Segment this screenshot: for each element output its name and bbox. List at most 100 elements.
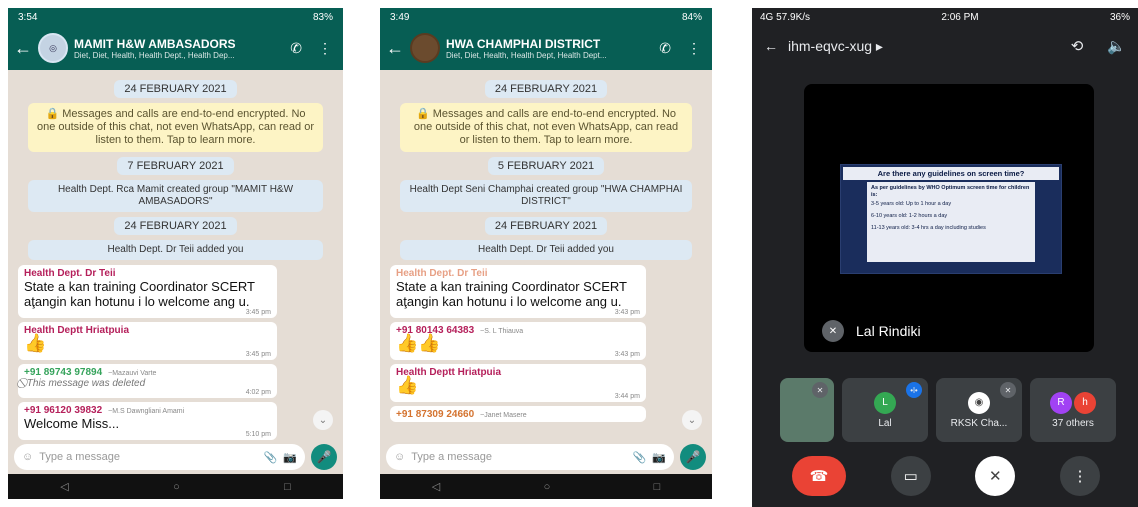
chat-area[interactable]: 24 FEBRUARY 2021 🔒 Messages and calls are…	[380, 70, 712, 440]
nav-recent-icon[interactable]: □	[284, 481, 291, 493]
attach-icon[interactable]: 📎	[264, 451, 278, 464]
participant-label: RKSK Cha...	[950, 417, 1008, 429]
camera-icon[interactable]: 📷	[652, 451, 666, 464]
back-arrow-icon[interactable]: ←	[14, 38, 32, 59]
date-separator: 24 FEBRUARY 2021	[484, 217, 608, 235]
mic-button[interactable]: 🎤	[311, 444, 337, 470]
add-call-icon[interactable]: ✆	[285, 40, 307, 57]
presenter-tile[interactable]: Are there any guidelines on screen time?…	[804, 84, 1094, 352]
camera-icon[interactable]: 📷	[283, 451, 297, 464]
encryption-notice[interactable]: 🔒 Messages and calls are end-to-end encr…	[28, 103, 323, 152]
sender-name: Health Dept. Dr Teii	[24, 268, 116, 279]
speaker-icon[interactable]: 🔈	[1107, 37, 1126, 55]
mic-toggle-button[interactable]: ✕	[975, 456, 1016, 496]
nav-home-icon[interactable]: ○	[544, 481, 551, 493]
chat-header: ← HWA CHAMPHAI DISTRICT Diet, Diet, Heal…	[380, 26, 712, 70]
add-call-icon[interactable]: ✆	[654, 40, 676, 57]
scroll-down-icon[interactable]: ⌄	[682, 410, 702, 430]
message-sender: +91 96120 39832 ~M.S Dawngliani Amami	[24, 405, 271, 416]
message-bubble[interactable]: Health Dept. Dr Teii State a kan training…	[18, 265, 277, 318]
message-sender: +91 87309 24660 ~Janet Masere	[396, 409, 640, 420]
emoji-icon[interactable]: ☺	[22, 451, 33, 463]
more-options-button[interactable]: ⋮	[1059, 456, 1100, 496]
sender-name: +91 96120 39832	[24, 405, 103, 416]
system-message: Health Dept. Dr Teii added you	[28, 240, 323, 260]
message-sender: Health Dept. Dr Teii	[396, 268, 640, 279]
status-time: 3:49	[390, 11, 410, 23]
system-message: Health Dept. Dr Teii added you	[400, 240, 692, 260]
chat-title-block[interactable]: MAMIT H&W AMBASADORS Diet, Diet, Health,…	[74, 37, 279, 60]
nav-back-icon[interactable]: ◁	[60, 480, 68, 493]
system-message: Health Dept. Rca Mamit created group "MA…	[28, 180, 323, 212]
mic-off-icon: ✕	[812, 382, 828, 398]
nav-recent-icon[interactable]: □	[654, 481, 661, 493]
speaking-icon: •l•	[906, 382, 922, 398]
sender-pushname: ~S. L Thiauva	[480, 328, 524, 335]
participant-avatar: L	[874, 391, 896, 414]
message-sender: Health Dept. Dr Teii	[24, 268, 271, 279]
chat-title-block[interactable]: HWA CHAMPHAI DISTRICT Diet, Diet, Health…	[446, 37, 648, 60]
participant-tile-others[interactable]: R h 37 others	[1030, 378, 1116, 442]
participants-strip: ✕ •l• L Lal ✕ ◉ RKSK Cha... R h 37 other…	[780, 378, 1138, 442]
more-options-icon[interactable]: ⋮	[313, 40, 337, 57]
encryption-notice[interactable]: 🔒 Messages and calls are end-to-end encr…	[400, 103, 692, 152]
participant-logo-icon: ◉	[968, 391, 990, 414]
shared-slide: Are there any guidelines on screen time?…	[840, 164, 1062, 274]
status-time: 2:06 PM	[941, 11, 979, 23]
message-bubble[interactable]: Health Dept. Dr Teii State a kan training…	[390, 265, 646, 318]
switch-camera-icon[interactable]: ⟲	[1071, 37, 1084, 55]
message-input[interactable]: ☺ Type a message 📎 📷	[386, 444, 674, 470]
mic-off-icon: ✕	[822, 320, 844, 342]
message-bubble[interactable]: +91 96120 39832 ~M.S Dawngliani Amami Welc…	[18, 402, 277, 440]
whatsapp-phone-2: 3:49 84% ← HWA CHAMPHAI DISTRICT Diet, D…	[380, 8, 712, 507]
group-avatar[interactable]: ◎	[38, 33, 68, 63]
group-avatar[interactable]	[410, 33, 440, 63]
message-time: 5:10 pm	[245, 431, 271, 438]
more-options-icon[interactable]: ⋮	[682, 40, 706, 57]
meeting-code[interactable]: ihm-eqvc-xug ▸	[788, 38, 1047, 55]
participant-avatar: R	[1050, 391, 1072, 414]
meeting-code-text: ihm-eqvc-xug	[788, 37, 873, 54]
attach-icon[interactable]: 📎	[633, 451, 647, 464]
whatsapp-phone-1: 3:54 83% ← ◎ MAMIT H&W AMBASADORS Diet, …	[8, 8, 343, 507]
sender-name: +91 89743 97894	[24, 367, 103, 378]
meet-phone: 4G 57.9K/s 2:06 PM 36% ← ihm-eqvc-xug ▸ …	[752, 8, 1138, 507]
message-bubble[interactable]: +91 89743 97894 ~Mazauvi Varte⃠ This mess…	[18, 364, 277, 398]
message-bubble[interactable]: +91 87309 24660 ~Janet Masere	[390, 406, 646, 422]
self-view-tile[interactable]: ✕	[780, 378, 834, 442]
message-sender: Health Deptt Hriatpuia	[24, 325, 271, 336]
sender-pushname: ~M.S Dawngliani Amami	[108, 408, 185, 415]
back-arrow-icon[interactable]: ←	[764, 38, 778, 54]
participant-tile-lal[interactable]: •l• L Lal	[842, 378, 928, 442]
chat-title: HWA CHAMPHAI DISTRICT	[446, 36, 601, 51]
message-time: 4:02 pm	[245, 389, 271, 396]
message-time: 3:45 pm	[245, 351, 271, 358]
nav-home-icon[interactable]: ○	[173, 481, 180, 493]
message-bubble[interactable]: Health Deptt Hriatpuia 👍 3:45 pm	[18, 322, 277, 360]
slide-line-2: 6-10 years old: 1-2 hours a day	[871, 213, 948, 219]
message-bubble[interactable]: Health Deptt Hriatpuia 👍 3:44 pm	[390, 364, 646, 402]
slide-line-3: 11-13 years old: 3-4 hrs a day including…	[871, 225, 986, 231]
end-call-button[interactable]: ☎	[792, 456, 846, 496]
status-time: 3:54	[18, 11, 38, 23]
message-text: Welcome Miss...	[24, 416, 120, 431]
status-battery: 83%	[312, 11, 333, 23]
message-input[interactable]: ☺ Type a message 📎 📷	[14, 444, 305, 470]
back-arrow-icon[interactable]: ←	[386, 38, 404, 59]
message-text: 👍	[24, 333, 47, 353]
camera-toggle-button[interactable]: ▭	[890, 456, 931, 496]
message-text: State a kan training Coordinator SCERT a…	[396, 279, 627, 309]
nav-back-icon[interactable]: ◁	[432, 480, 440, 493]
message-bubble[interactable]: +91 80143 64383 ~S. L Thiauva 👍👍 3:43 pm	[390, 322, 646, 360]
input-row: ☺ Type a message 📎 📷 🎤	[380, 440, 712, 474]
emoji-icon[interactable]: ☺	[394, 451, 405, 463]
status-network: 4G 57.9K/s	[760, 11, 811, 23]
chat-area[interactable]: 24 FEBRUARY 2021 🔒 Messages and calls are…	[8, 70, 343, 440]
scroll-down-icon[interactable]: ⌄	[313, 410, 333, 430]
sender-name: Health Dept. Dr Teii	[396, 268, 488, 279]
mic-button[interactable]: 🎤	[680, 444, 706, 470]
date-separator: 7 FEBRUARY 2021	[117, 157, 234, 175]
message-text: State a kan training Coordinator SCERT a…	[24, 279, 255, 309]
message-time: 3:43 pm	[614, 309, 640, 316]
participant-tile-rksk[interactable]: ✕ ◉ RKSK Cha...	[936, 378, 1022, 442]
